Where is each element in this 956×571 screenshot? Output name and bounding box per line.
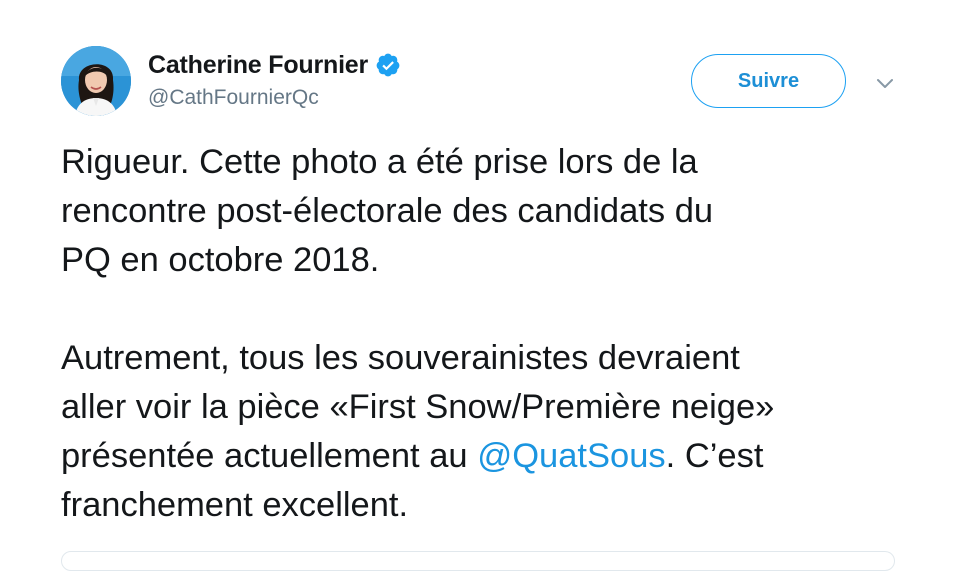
tweet-text: Rigueur. Cette photo a été prise lors de… — [61, 138, 941, 530]
name-row: Catherine Fournier — [148, 50, 401, 80]
user-info: Catherine Fournier @CathFournierQc — [148, 50, 401, 110]
avatar[interactable] — [61, 46, 131, 116]
tweet-line: rencontre post-électorale des candidats … — [61, 192, 714, 230]
tweet-line-suffix: . C’est — [665, 437, 764, 475]
user-handle[interactable]: @CathFournierQc — [148, 86, 401, 110]
follow-button[interactable]: Suivre — [691, 54, 846, 108]
tweet-line: aller voir la pièce «First Snow/Première… — [61, 388, 775, 426]
profile-photo-icon — [61, 46, 131, 116]
tweet-line: Autrement, tous les souverainistes devra… — [61, 339, 740, 377]
tweet-container: Catherine Fournier @CathFournierQc Suivr… — [0, 0, 956, 571]
mention-link[interactable]: @QuatSous — [477, 437, 665, 475]
tweet-line: PQ en octobre 2018. — [61, 241, 380, 279]
verified-badge-icon — [375, 52, 401, 78]
display-name[interactable]: Catherine Fournier — [148, 51, 368, 80]
tweet-line: franchement excellent. — [61, 486, 409, 524]
tweet-line-prefix: présentée actuellement au — [61, 437, 478, 475]
tweet-line-with-mention: présentée actuellement au @QuatSous. C’e… — [61, 432, 941, 481]
chevron-down-icon[interactable] — [873, 72, 897, 96]
tweet-line: Rigueur. Cette photo a été prise lors de… — [61, 143, 698, 181]
media-card[interactable] — [61, 551, 895, 571]
